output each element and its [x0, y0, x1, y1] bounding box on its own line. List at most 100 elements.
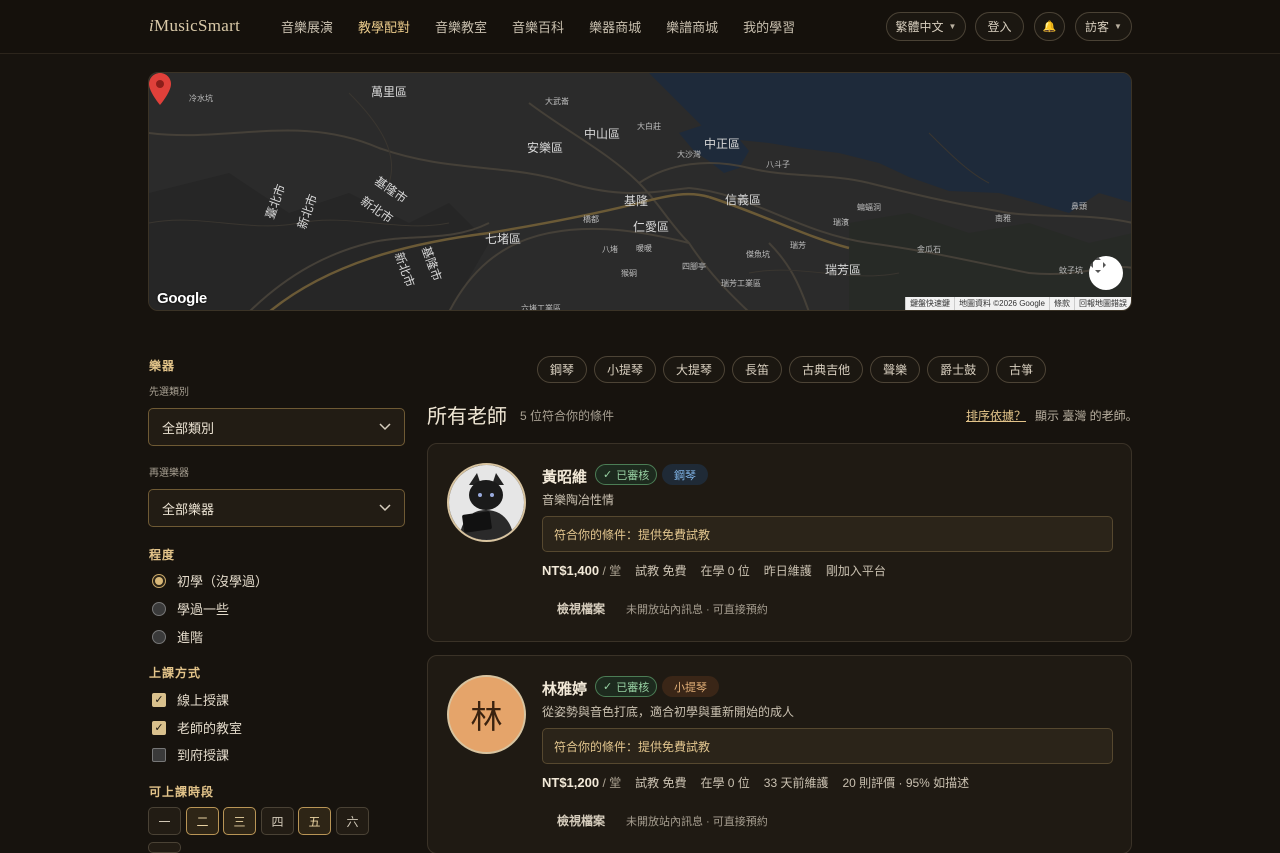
- level-option-beginner[interactable]: 初學（沒學過）: [152, 571, 268, 590]
- nav-item-performances[interactable]: 音樂展演: [281, 17, 333, 36]
- level-option-some[interactable]: 學過一些: [152, 599, 229, 618]
- chevron-down-icon: [379, 504, 391, 512]
- view-profile-button[interactable]: 檢視檔案: [557, 600, 605, 617]
- teacher-avatar[interactable]: 林: [447, 675, 526, 754]
- nav-item-my-learning[interactable]: 我的學習: [743, 17, 795, 36]
- mode-option-teacher-studio[interactable]: ✓ 老師的教室: [152, 718, 242, 737]
- mode-option-label: 線上授課: [177, 693, 230, 708]
- nav-item-sheet-music-store[interactable]: 樂譜商城: [666, 17, 718, 36]
- map-label-small: 蝙蝠洞: [857, 203, 881, 212]
- chip-flute[interactable]: 長笛: [732, 356, 783, 383]
- teacher-tagline: 從姿勢與音色打底，適合初學與重新開始的成人: [542, 705, 795, 719]
- login-button[interactable]: 登入: [975, 12, 1024, 41]
- site-logo[interactable]: iMusicSmart: [149, 16, 240, 36]
- level-option-advanced[interactable]: 進階: [152, 627, 203, 646]
- chevron-down-icon: ▼: [948, 22, 957, 31]
- day-toggle-thu[interactable]: 四: [261, 807, 294, 835]
- mode-filter-heading: 上課方式: [149, 666, 202, 680]
- map-label-small: 猴硐: [621, 269, 637, 278]
- chip-vocal[interactable]: 聲樂: [870, 356, 921, 383]
- notification-bell-button[interactable]: 🔔: [1034, 12, 1065, 41]
- category-select[interactable]: 全部類別: [148, 408, 405, 446]
- messaging-note: 未開放站內訊息 · 可直接預約: [626, 816, 768, 828]
- review-info: 20 則評價 · 95% 如描述: [842, 776, 970, 790]
- main-nav: 音樂展演 教學配對 音樂教室 音樂百科 樂器商城 樂譜商城 我的學習: [281, 17, 820, 36]
- teacher-stats: NT$1,400 / 堂 試教 免費 在學 0 位 昨日維護 剛加入平台: [542, 562, 886, 579]
- instrument-filter-heading: 樂器: [149, 359, 176, 373]
- map-terms-link[interactable]: 條款: [1049, 297, 1074, 310]
- instrument-sublabel: 再選樂器: [149, 468, 189, 479]
- last-maintained: 33 天前維護: [763, 776, 829, 790]
- sort-info-link[interactable]: 排序依據？: [966, 407, 1026, 424]
- mode-option-home-visit[interactable]: 到府授課: [152, 745, 229, 764]
- nav-item-teacher-matching[interactable]: 教學配對: [358, 17, 410, 36]
- category-sublabel: 先選類別: [149, 387, 189, 398]
- map-label-small: 八堵: [602, 245, 618, 254]
- student-count: 在學 0 位: [700, 776, 750, 790]
- map-label-xinyi: 信義區: [725, 193, 762, 207]
- radio-button[interactable]: [152, 629, 166, 644]
- level-option-label: 學過一些: [177, 602, 230, 617]
- teacher-tagline: 音樂陶冶性情: [542, 493, 615, 507]
- map-fullscreen-button[interactable]: [1089, 256, 1123, 290]
- map-label-wanli: 萬里區: [371, 85, 408, 99]
- map-label-small: 八斗子: [766, 160, 790, 169]
- map-label-zhongshan: 中山區: [584, 127, 621, 141]
- level-option-label: 初學（沒學過）: [177, 574, 269, 589]
- last-maintained: 昨日維護: [763, 564, 812, 578]
- radio-button[interactable]: [152, 601, 166, 616]
- move-arrows-icon: [1090, 257, 1106, 273]
- visitor-label: 訪客: [1085, 20, 1110, 34]
- teacher-stats: NT$1,200 / 堂 試教 免費 在學 0 位 33 天前維護 20 則評價…: [542, 774, 969, 791]
- map-label-small: 瑞濱: [833, 218, 849, 227]
- level-filter-heading: 程度: [149, 548, 176, 562]
- day-toggle-sat[interactable]: 六: [336, 807, 369, 835]
- map-label-small: 橋都: [583, 215, 599, 224]
- time-filter-heading: 可上課時段: [149, 785, 215, 799]
- teacher-name[interactable]: 林雅婷: [542, 678, 587, 699]
- instrument-select[interactable]: 全部樂器: [148, 489, 405, 527]
- day-toggle-sun[interactable]: [148, 842, 181, 853]
- teacher-name[interactable]: 黃昭維: [542, 466, 587, 487]
- map-label-anle: 安樂區: [527, 141, 564, 155]
- map-label-small: 南雅: [995, 214, 1011, 223]
- map-pin-icon[interactable]: [149, 73, 171, 105]
- day-toggle-fri[interactable]: 五: [298, 807, 331, 835]
- map-shortcuts-link[interactable]: 鍵盤快速鍵: [905, 297, 954, 310]
- chip-cello[interactable]: 大提琴: [663, 356, 726, 383]
- day-toggle-wed[interactable]: 三: [223, 807, 256, 835]
- region-note: 顯示 臺灣 的老師。: [1035, 409, 1138, 423]
- checkbox[interactable]: ✓: [152, 720, 166, 735]
- day-toggle-mon[interactable]: 一: [148, 807, 181, 835]
- trial-info: 試教 免費: [635, 564, 687, 578]
- chip-violin[interactable]: 小提琴: [594, 356, 657, 383]
- chip-piano[interactable]: 鋼琴: [537, 356, 588, 383]
- language-selector[interactable]: 繁體中文 ▼: [886, 12, 966, 41]
- day-toggle-tue[interactable]: 二: [186, 807, 219, 835]
- teacher-avatar[interactable]: [447, 463, 526, 542]
- chip-drums[interactable]: 爵士鼓: [927, 356, 990, 383]
- category-select-value: 全部類別: [162, 420, 215, 436]
- radio-button[interactable]: [152, 573, 166, 588]
- chip-guzheng[interactable]: 古箏: [996, 356, 1047, 383]
- price: NT$1,400 / 堂: [542, 563, 622, 578]
- teacher-card[interactable]: 黃昭維 ✓ 已審核 鋼琴 音樂陶冶性情 符合你的條件：提供免費試教 NT$1,40…: [427, 443, 1132, 642]
- map-report-link[interactable]: 回報地圖錯誤: [1074, 297, 1131, 310]
- nav-item-music-classroom[interactable]: 音樂教室: [435, 17, 487, 36]
- map-label-qidu: 七堵區: [485, 232, 522, 246]
- checkbox[interactable]: [152, 747, 166, 762]
- checkmark-icon: ✓: [603, 469, 613, 481]
- visitor-menu[interactable]: 訪客 ▼: [1075, 12, 1132, 41]
- instrument-chip-row: 鋼琴 小提琴 大提琴 長笛 古典吉他 聲樂 爵士鼓 古箏: [537, 356, 1047, 383]
- teacher-card[interactable]: 林 林雅婷 ✓ 已審核 小提琴 從姿勢與音色打底，適合初學與重新開始的成人 符合你…: [427, 655, 1132, 853]
- chip-classical-guitar[interactable]: 古典吉他: [789, 356, 864, 383]
- match-criteria-box: 符合你的條件：提供免費試教: [542, 516, 1113, 552]
- teacher-map[interactable]: 萬里區 安樂區 中山區 中正區 信義區 基隆 仁愛區 七堵區 瑞芳區 基隆市 臺…: [148, 72, 1132, 311]
- mode-option-online[interactable]: ✓ 線上授課: [152, 690, 229, 709]
- messaging-note: 未開放站內訊息 · 可直接預約: [626, 604, 768, 616]
- top-navigation-bar: iMusicSmart 音樂展演 教學配對 音樂教室 音樂百科 樂器商城 樂譜商…: [0, 0, 1280, 54]
- checkbox[interactable]: ✓: [152, 692, 166, 707]
- view-profile-button[interactable]: 檢視檔案: [557, 812, 605, 829]
- nav-item-music-encyclopedia[interactable]: 音樂百科: [512, 17, 564, 36]
- nav-item-instrument-store[interactable]: 樂器商城: [589, 17, 641, 36]
